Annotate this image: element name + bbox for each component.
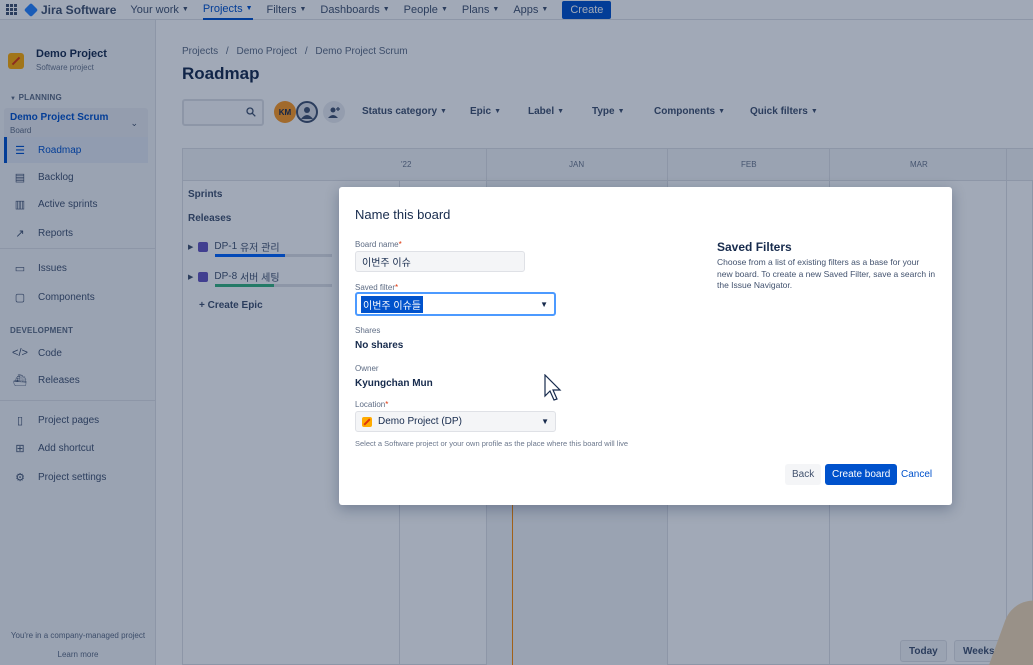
- label-text: Board name: [355, 240, 399, 249]
- location-label: Location*: [355, 400, 388, 409]
- owner-value: Kyungchan Mun: [355, 378, 433, 389]
- shares-value: No shares: [355, 340, 404, 351]
- location-select[interactable]: Demo Project (DP) ▼: [355, 411, 556, 432]
- shares-label: Shares: [355, 326, 381, 335]
- saved-filter-select[interactable]: 이번주 이슈들 ▼: [355, 292, 556, 316]
- required-mark: *: [385, 400, 389, 409]
- create-board-button[interactable]: Create board: [825, 464, 898, 485]
- back-button[interactable]: Back: [785, 464, 822, 485]
- name-board-dialog: Name this board Board name* 이번주 이슈 Saved…: [339, 187, 952, 505]
- board-name-label: Board name*: [355, 240, 402, 249]
- saved-filters-description: Choose from a list of existing filters a…: [717, 257, 936, 290]
- dialog-title: Name this board: [355, 207, 451, 222]
- location-help-text: Select a Software project or your own pr…: [355, 439, 629, 448]
- board-name-field[interactable]: 이번주 이슈: [355, 251, 525, 272]
- saved-filter-label: Saved filter*: [355, 283, 398, 292]
- project-avatar-icon: [362, 416, 372, 427]
- required-mark: *: [398, 240, 402, 249]
- board-name-value: 이번주 이슈: [362, 258, 411, 269]
- required-mark: *: [395, 283, 399, 292]
- owner-label: Owner: [355, 364, 379, 373]
- cancel-button[interactable]: Cancel: [900, 464, 933, 485]
- chevron-down-icon: ▼: [540, 300, 548, 309]
- label-text: Saved filter: [355, 283, 396, 292]
- location-value: Demo Project (DP): [378, 416, 462, 427]
- mouse-cursor-icon: [544, 374, 562, 401]
- label-text: Location: [355, 400, 386, 409]
- chevron-down-icon: ▼: [541, 417, 549, 426]
- saved-filter-value: 이번주 이슈들: [361, 295, 423, 313]
- saved-filters-heading: Saved Filters: [717, 240, 792, 254]
